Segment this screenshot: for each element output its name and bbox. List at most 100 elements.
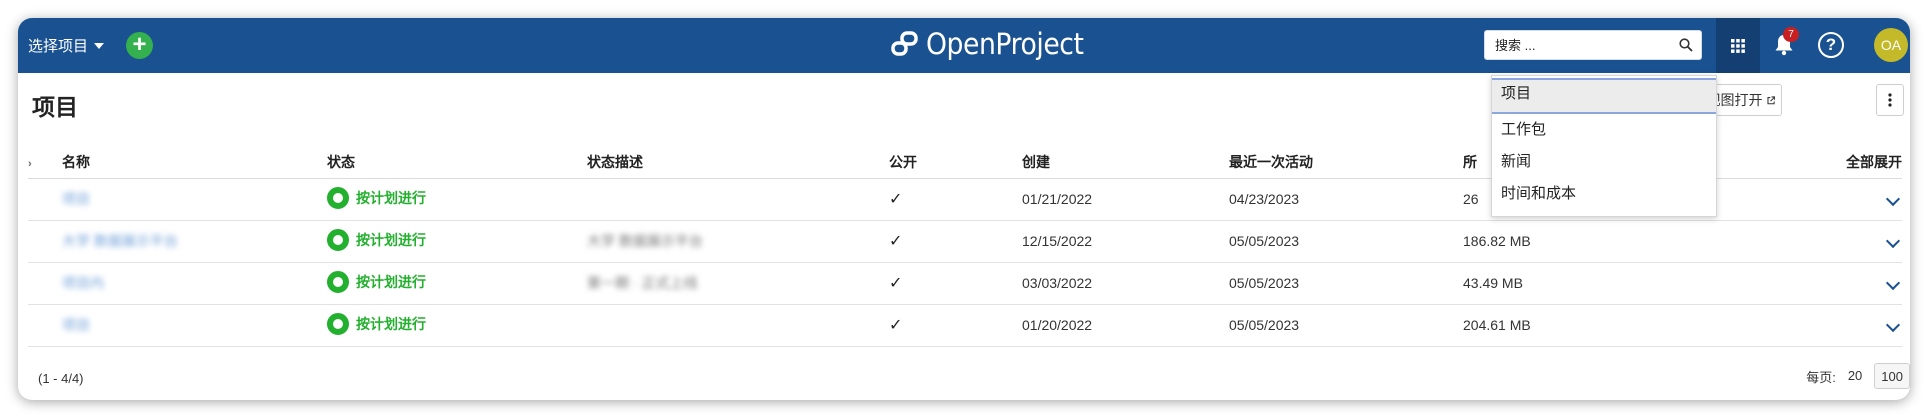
dropdown-item-time-and-cost[interactable]: 时间和成本 [1492,178,1716,210]
status-indicator[interactable]: 按计划进行 [327,186,426,209]
project-select-label: 选择项目 [28,38,89,55]
last-activity-date-cell: 05/05/2023 [1229,304,1463,347]
status-description: 大学 数据展示平台 [587,233,703,249]
table-row: 项目内 按计划进行 第一期 · 正式上线 ✓ 03/03/2022 05/05/2023 4… [28,262,1902,305]
column-created[interactable]: 创建 [1022,146,1229,179]
chevron-down-icon[interactable] [1885,317,1901,333]
expand-cell [1763,262,1902,305]
caret-down-icon [94,42,105,49]
status-circle-icon [327,186,349,209]
search-box [1484,30,1702,60]
row-hint-cell [28,178,62,221]
per-page-selector: 每页: 20 100 [1806,363,1910,389]
created-date-cell: 01/21/2022 [1022,178,1229,221]
status-cell: 按计划进行 [327,262,587,305]
status-description-cell: 第一期 · 正式上线 [587,262,889,305]
column-public[interactable]: 公开 [889,146,1022,179]
status-label: 按计划进行 [356,231,426,248]
public-check: ✓ [889,275,903,292]
last-activity-date-cell: 05/05/2023 [1229,220,1463,263]
created-date: 01/20/2022 [1022,317,1093,333]
public-check-cell: ✓ [889,220,1022,263]
modules-menu-button[interactable] [1716,18,1760,73]
project-name-link-cell: 大学 数据展示平台 [62,220,327,263]
row-hint-cell [28,304,62,347]
kebab-icon [1888,93,1892,107]
row-hint-cell [28,220,62,263]
per-page-option[interactable]: 20 [1842,363,1868,389]
column-hint[interactable]: › [28,146,62,179]
created-date-cell: 03/03/2022 [1022,262,1229,305]
project-name-link-cell: 项目内 [62,262,327,305]
status-label: 按计划进行 [356,315,426,332]
openproject-logo[interactable]: OpenProject [890,27,1097,61]
public-check-cell: ✓ [889,262,1022,305]
project-name-link[interactable]: 大学 数据展示平台 [62,233,178,249]
last-activity-date-cell: 05/05/2023 [1229,262,1463,305]
column-last-activity[interactable]: 最近一次活动 [1229,146,1463,179]
status-indicator[interactable]: 按计划进行 [327,270,426,293]
top-header: 选择项目 + OpenProject 搜索 ... 7 ? OA [18,18,1910,73]
grid-icon [1731,38,1745,53]
sort-hint-icon: › [28,157,32,170]
created-date: 01/21/2022 [1022,191,1093,207]
chevron-down-icon[interactable] [1885,233,1901,249]
last-activity-date: 05/05/2023 [1229,233,1300,249]
chevron-down-icon[interactable] [1885,191,1901,207]
public-check-cell: ✓ [889,304,1022,347]
status-cell: 按计划进行 [327,178,587,221]
search-scope-dropdown: 项目 工作包 新闻 时间和成本 [1491,75,1717,217]
status-description: 第一期 · 正式上线 [587,275,698,291]
last-activity-date: 05/05/2023 [1229,275,1300,291]
column-name[interactable]: 名称 [62,146,327,179]
add-project-button[interactable]: + [126,32,153,59]
project-name-link-cell: 项目 [62,178,327,221]
dropdown-item-projects[interactable]: 项目 [1492,78,1716,114]
table-row: 项目 按计划进行 ✓ 01/20/2022 05/05/2023 204.61 MB [28,304,1902,347]
per-page-label: 每页: [1806,369,1836,385]
column-status-desc[interactable]: 状态描述 [587,146,889,179]
chevron-down-icon[interactable] [1885,275,1901,291]
status-description-cell [587,304,889,347]
required-space: 26 [1463,191,1479,207]
expand-cell [1763,304,1902,347]
public-check-cell: ✓ [889,178,1022,221]
status-indicator[interactable]: 按计划进行 [327,312,426,335]
status-label: 按计划进行 [356,189,426,206]
expand-cell [1763,178,1902,221]
expand-all-button[interactable]: 全部展开 [1763,146,1902,179]
dropdown-item-news[interactable]: 新闻 [1492,146,1716,178]
last-activity-date-cell: 04/23/2023 [1229,178,1463,221]
public-check: ✓ [889,317,903,334]
project-name-link[interactable]: 项目内 [62,275,104,291]
project-name-link[interactable]: 项目 [62,191,90,207]
notification-badge: 7 [1783,27,1799,42]
table-row: 大学 数据展示平台 按计划进行 大学 数据展示平台 ✓ 12/15/2022 05/05/… [28,220,1902,263]
dropdown-item-work-packages[interactable]: 工作包 [1492,114,1716,146]
column-status[interactable]: 状态 [327,146,587,179]
project-name-link[interactable]: 项目 [62,317,90,333]
row-hint-cell [28,262,62,305]
search-input[interactable] [1485,31,1665,59]
external-link-icon [1767,95,1775,104]
required-space: 204.61 MB [1463,317,1531,333]
status-indicator[interactable]: 按计划进行 [327,228,426,251]
last-activity-date: 05/05/2023 [1229,317,1300,333]
created-date: 03/03/2022 [1022,275,1093,291]
search-icon[interactable] [1679,38,1693,52]
more-options-button[interactable] [1876,84,1904,116]
help-button[interactable]: ? [1818,32,1844,58]
project-select[interactable]: 选择项目 [28,35,105,56]
user-avatar[interactable]: OA [1874,28,1908,62]
status-circle-icon [327,270,349,293]
last-activity-date: 04/23/2023 [1229,191,1300,207]
created-date: 12/15/2022 [1022,233,1093,249]
logo-text: OpenProject [926,27,1084,61]
created-date-cell: 12/15/2022 [1022,220,1229,263]
created-date-cell: 01/20/2022 [1022,304,1229,347]
per-page-option-selected[interactable]: 100 [1874,363,1910,389]
status-description-cell: 大学 数据展示平台 [587,220,889,263]
logo-icon [891,31,918,56]
status-circle-icon [327,312,349,335]
required-space: 43.49 MB [1463,275,1523,291]
